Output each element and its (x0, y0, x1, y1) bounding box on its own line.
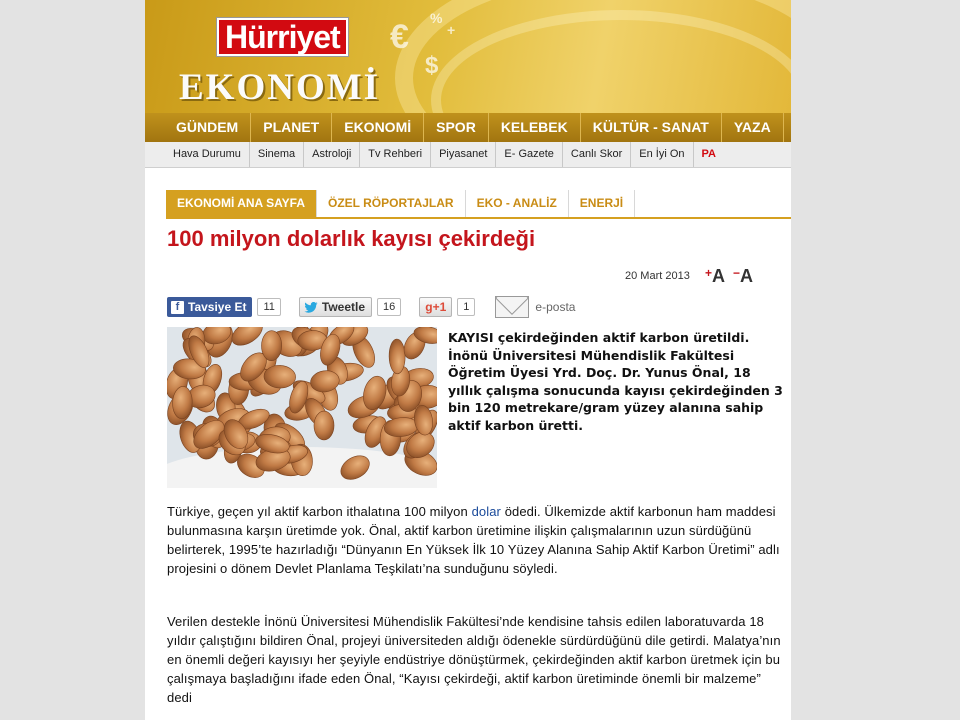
subnav-item-sinema[interactable]: Sinema (250, 142, 305, 167)
facebook-like-label: Tavsiye Et (188, 300, 247, 314)
nav-item-gundem[interactable]: GÜNDEM (145, 113, 252, 142)
hurriyet-logo[interactable]: Hürriyet (217, 18, 348, 56)
apricot-kernel (313, 410, 335, 441)
apricot-kernel (388, 338, 406, 375)
article-date: 20 Mart 2013 (625, 270, 690, 282)
section-title[interactable]: EKONOMİ (179, 66, 380, 109)
nav-item-spor[interactable]: SPOR (424, 113, 489, 142)
google-plus-count: 1 (457, 298, 476, 316)
main-nav: GÜNDEM PLANET EKONOMİ SPOR KELEBEK KÜLTÜ… (145, 113, 791, 142)
twitter-bird-icon (304, 301, 318, 313)
font-decrease-button[interactable]: −A (733, 266, 753, 287)
percent-symbol-decoration: % (430, 10, 443, 26)
tab-eko-analiz[interactable]: EKO - ANALİZ (466, 190, 569, 217)
email-share-label: e-posta (535, 300, 576, 314)
tweet-count: 16 (377, 298, 402, 316)
subnav-item-hava-durumu[interactable]: Hava Durumu (145, 142, 250, 167)
article-title: 100 milyon dolarlık kayısı çekirdeği (167, 226, 536, 251)
dolar-link[interactable]: dolar (472, 504, 501, 519)
tab-ekonomi-ana-sayfa[interactable]: EKONOMİ ANA SAYFA (166, 190, 318, 217)
google-plus-one-button[interactable]: g+1 (419, 297, 453, 317)
font-increase-button[interactable]: +A (705, 266, 725, 287)
email-share-button[interactable]: e-posta (495, 296, 575, 318)
sub-nav: Hava Durumu Sinema Astroloji Tv Rehberi … (145, 142, 791, 168)
subnav-item-cut-off[interactable]: PA (694, 142, 716, 167)
tab-ozel-roportajlar[interactable]: ÖZEL RÖPORTAJLAR (317, 190, 466, 217)
dollar-symbol-decoration: $ (425, 52, 439, 79)
facebook-like-button[interactable]: f Tavsiye Et (167, 297, 253, 317)
article-page: Hürriyet EKONOMİ € $ % + GÜNDEM PLANET E… (145, 0, 791, 720)
subnav-item-e-gazete[interactable]: E- Gazete (496, 142, 563, 167)
tab-enerji[interactable]: ENERJİ (569, 190, 636, 217)
euro-symbol-decoration: € (390, 18, 409, 56)
article-paragraph-1: Türkiye, geçen yıl aktif karbon ithalatı… (167, 504, 780, 576)
section-tabs: EKONOMİ ANA SAYFA ÖZEL RÖPORTAJLAR EKO -… (166, 190, 791, 219)
subnav-item-astroloji[interactable]: Astroloji (304, 142, 361, 167)
envelope-icon (495, 296, 530, 318)
article-lead: KAYISI çekirdeğinden aktif karbon üretil… (448, 330, 783, 433)
apricot-kernel (261, 330, 283, 361)
nav-item-yazarlar[interactable]: YAZA (722, 113, 784, 142)
subnav-item-piyasanet[interactable]: Piyasanet (431, 142, 497, 167)
tweet-label: Tweetle (321, 300, 366, 314)
share-bar: f Tavsiye Et 11 Tweetle 16 g+1 1 e-posta (167, 295, 575, 319)
nav-item-ekonomi[interactable]: EKONOMİ (332, 113, 425, 142)
google-plus-label: g+1 (425, 300, 447, 314)
subnav-item-en-iyi-on[interactable]: En İyi On (631, 142, 694, 167)
subnav-item-tv-rehberi[interactable]: Tv Rehberi (360, 142, 432, 167)
header-banner: Hürriyet EKONOMİ € $ % + (145, 0, 791, 113)
nav-item-planet[interactable]: PLANET (251, 113, 333, 142)
nav-item-kelebek[interactable]: KELEBEK (489, 113, 581, 142)
subnav-item-canli-skor[interactable]: Canlı Skor (563, 142, 632, 167)
plus-symbol-decoration: + (447, 22, 456, 38)
facebook-icon: f (171, 300, 184, 314)
apricot-kernels-photo (167, 327, 437, 488)
article-paragraph-2: Verilen destekle İnönü Üniversitesi Mühe… (167, 614, 781, 705)
nav-item-kultur-sanat[interactable]: KÜLTÜR - SANAT (581, 113, 722, 142)
tweet-button[interactable]: Tweetle (298, 297, 373, 317)
facebook-count: 11 (257, 298, 281, 316)
